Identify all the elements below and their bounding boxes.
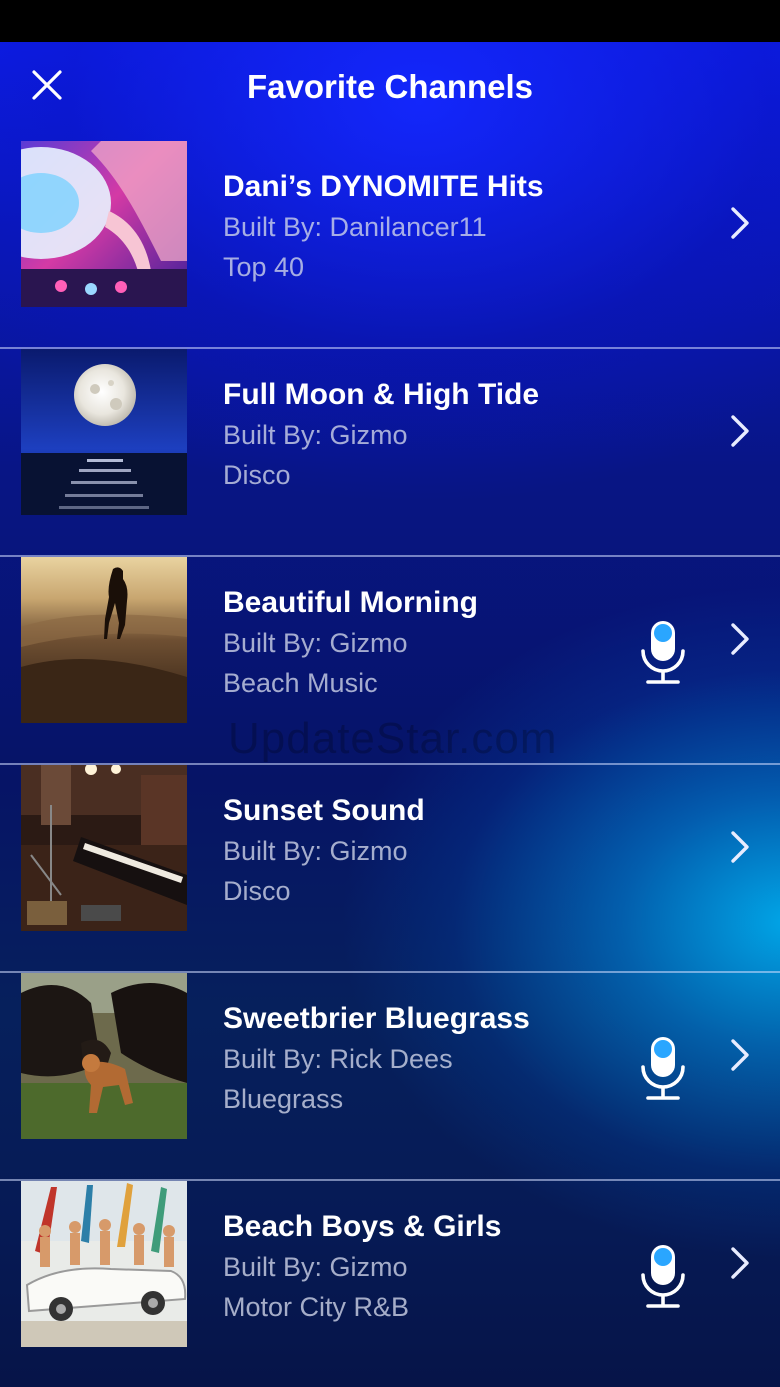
chevron-right-icon[interactable] [728, 621, 752, 657]
status-bar [0, 0, 780, 42]
channel-name: Sweetbrier Bluegrass [223, 1002, 530, 1035]
chevron-right-icon[interactable] [728, 205, 752, 241]
channel-name: Sunset Sound [223, 794, 425, 827]
channel-genre: Motor City R&B [223, 1292, 410, 1322]
channel-row-beautiful-morning[interactable]: Beautiful Morning Built By: Gizmo Beach … [0, 557, 780, 765]
channel-row-sunset-sound[interactable]: Sunset Sound Built By: Gizmo Disco [0, 765, 780, 973]
channel-thumbnail-cows-and-dog [21, 973, 187, 1139]
channel-info: Beach Boys & Girls Built By: Gizmo Motor… [223, 1207, 501, 1327]
channel-info: Dani’s DYNOMITE Hits Built By: Danilance… [223, 167, 544, 287]
channel-builder: Built By: Rick Dees [223, 1044, 453, 1074]
channel-builder: Built By: Danilancer11 [223, 212, 487, 242]
microphone-icon[interactable] [638, 1243, 688, 1311]
page-title: Favorite Channels [246, 68, 534, 105]
channel-builder: Built By: Gizmo [223, 628, 408, 658]
channel-info: Beautiful Morning Built By: Gizmo Beach … [223, 583, 478, 703]
channel-info: Sweetbrier Bluegrass Built By: Rick Dees… [223, 999, 530, 1119]
channel-thumbnail-desert-silhouette [21, 557, 187, 723]
channel-builder: Built By: Gizmo [223, 420, 408, 450]
channel-thumbnail-beach-car [21, 1181, 187, 1347]
chevron-right-icon[interactable] [728, 1037, 752, 1073]
chevron-right-icon[interactable] [728, 1245, 752, 1281]
channel-genre: Beach Music [223, 668, 378, 698]
channel-row-danis-dynomite-hits[interactable]: Dani’s DYNOMITE Hits Built By: Danilance… [0, 141, 780, 349]
channel-info: Sunset Sound Built By: Gizmo Disco [223, 791, 425, 911]
channel-thumbnail-moon-ocean [21, 349, 187, 515]
channel-name: Beach Boys & Girls [223, 1210, 502, 1243]
channel-thumbnail-dj-turntable [21, 141, 187, 307]
channel-row-full-moon-high-tide[interactable]: Full Moon & High Tide Built By: Gizmo Di… [0, 349, 780, 557]
channel-name: Beautiful Morning [223, 586, 478, 619]
channel-genre: Bluegrass [223, 1084, 344, 1114]
chevron-right-icon[interactable] [728, 413, 752, 449]
channel-thumbnail-recording-studio [21, 765, 187, 931]
microphone-icon[interactable] [638, 1035, 688, 1103]
header: Favorite Channels [0, 42, 780, 134]
channel-name: Dani’s DYNOMITE Hits [223, 170, 544, 203]
channel-builder: Built By: Gizmo [223, 1252, 408, 1282]
channel-row-sweetbrier-bluegrass[interactable]: Sweetbrier Bluegrass Built By: Rick Dees… [0, 973, 780, 1181]
channel-genre: Disco [223, 460, 291, 490]
channel-builder: Built By: Gizmo [223, 836, 408, 866]
microphone-icon[interactable] [638, 619, 688, 687]
chevron-right-icon[interactable] [728, 829, 752, 865]
channel-genre: Top 40 [223, 252, 305, 282]
channel-row-beach-boys-girls[interactable]: Beach Boys & Girls Built By: Gizmo Motor… [0, 1181, 780, 1387]
channel-list: Dani’s DYNOMITE Hits Built By: Danilance… [0, 141, 780, 1387]
channel-genre: Disco [223, 876, 291, 906]
favorite-channels-screen: Favorite Channels Dani’s DYNOMITE Hits B… [0, 42, 780, 1387]
channel-name: Full Moon & High Tide [223, 378, 540, 411]
channel-info: Full Moon & High Tide Built By: Gizmo Di… [223, 375, 539, 495]
